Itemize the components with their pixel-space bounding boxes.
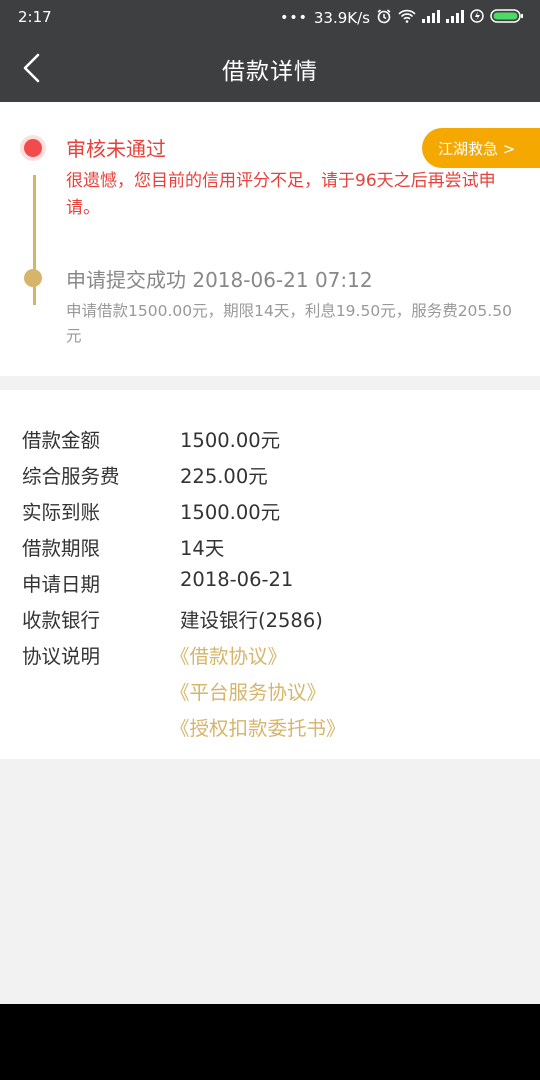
app-bar: 借款详情 — [0, 34, 540, 102]
signal-icon — [422, 9, 440, 27]
status-dot-failed — [24, 139, 42, 157]
detail-value-amount: 1500.00元 — [180, 429, 281, 452]
page-title: 借款详情 — [222, 59, 318, 85]
detail-label-term: 借款期限 — [22, 537, 101, 560]
alarm-icon — [376, 8, 392, 28]
signal-icon — [446, 9, 464, 27]
agreement-label: 协议说明 — [22, 645, 101, 668]
status-desc: 很遗憾，您目前的信用评分不足，请于96天之后再尝试申请。 — [66, 171, 496, 218]
submitted-title: 申请提交成功 2018-06-21 07:12 — [66, 268, 373, 292]
detail-value-date: 2018-06-21 — [180, 568, 294, 591]
agreement-link-debit-authorization[interactable]: 《授权扣款委托书》 — [170, 712, 346, 741]
status-title: 审核未通过 — [66, 137, 166, 161]
status-time: 2:17 — [18, 8, 52, 26]
detail-value-term: 14天 — [180, 537, 225, 560]
detail-label-amount: 借款金额 — [22, 429, 101, 452]
status-bar: 2:17 ••• 33.9K/s — [0, 0, 540, 34]
submitted-desc: 申请借款1500.00元，期限14天，利息19.50元，服务费205.50元 — [66, 302, 512, 345]
detail-label-service-fee: 综合服务费 — [22, 465, 120, 488]
wifi-icon — [398, 9, 416, 27]
detail-value-service-fee: 225.00元 — [180, 465, 268, 488]
net-speed: 33.9K/s — [313, 9, 370, 27]
help-button[interactable]: 江湖救急 > — [422, 128, 540, 168]
status-dot-submitted — [24, 269, 42, 287]
detail-value-received: 1500.00元 — [180, 501, 281, 524]
charging-icon — [470, 8, 484, 28]
status-icons: ••• 33.9K/s — [280, 8, 524, 28]
agreement-link-platform[interactable]: 《平台服务协议》 — [170, 676, 326, 705]
agreement-link-loan[interactable]: 《借款协议》 — [170, 640, 287, 669]
detail-label-received: 实际到账 — [22, 501, 101, 524]
system-nav-bar — [0, 1004, 540, 1080]
battery-icon — [490, 8, 524, 28]
dots-icon: ••• — [280, 10, 308, 26]
detail-value-bank: 建设银行(2586) — [180, 609, 323, 632]
detail-label-bank: 收款银行 — [22, 609, 101, 632]
detail-label-date: 申请日期 — [22, 573, 101, 596]
